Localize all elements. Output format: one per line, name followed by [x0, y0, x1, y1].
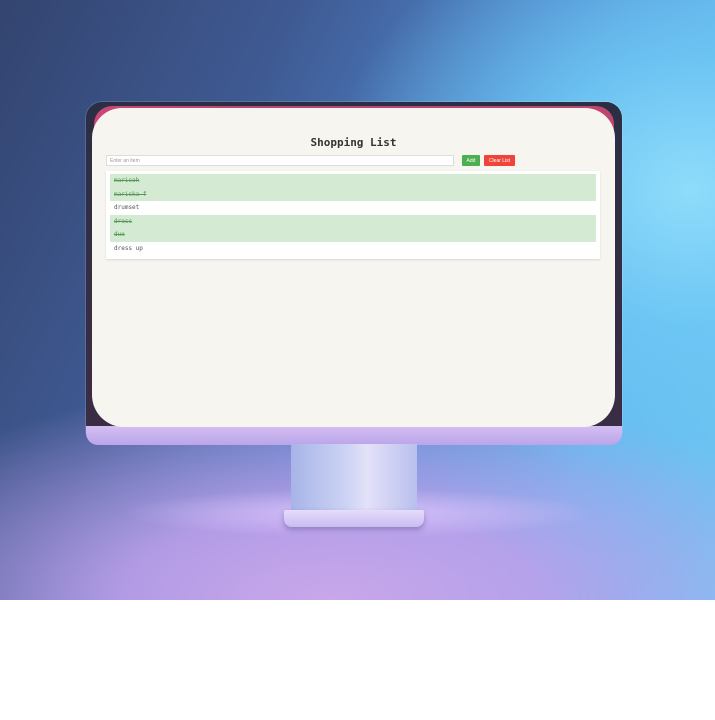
- add-item-form: Add Clear List: [106, 155, 526, 166]
- app-screen: Shopping List Add Clear List mariseh mar…: [92, 108, 615, 427]
- monitor-stand: [291, 444, 417, 514]
- page-title: Shopping List: [310, 136, 397, 149]
- monitor-chin: [86, 426, 622, 445]
- add-button[interactable]: Add: [462, 155, 480, 166]
- list-item[interactable]: mariseh: [110, 174, 596, 188]
- shopping-list: mariseh mariska f drumset dress duo dres…: [106, 171, 600, 259]
- monitor-stand-base: [284, 510, 424, 527]
- list-item[interactable]: dress: [110, 214, 596, 228]
- list-item[interactable]: mariska f: [110, 187, 596, 201]
- scene-background: Shopping List Add Clear List mariseh mar…: [0, 0, 715, 600]
- item-input[interactable]: [106, 155, 454, 166]
- list-item[interactable]: dress up: [110, 242, 596, 256]
- list-item[interactable]: duo: [110, 228, 596, 242]
- clear-list-button[interactable]: Clear List: [484, 155, 515, 166]
- list-item[interactable]: drumset: [110, 201, 596, 215]
